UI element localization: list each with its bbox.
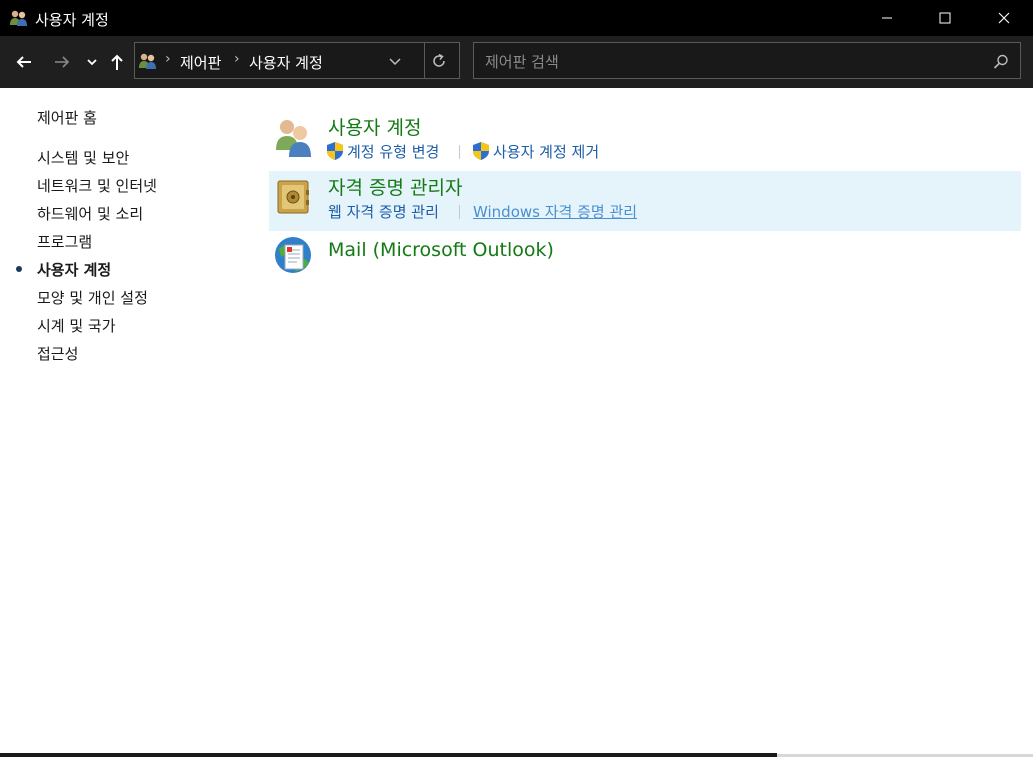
chevron-down-icon — [389, 58, 401, 66]
window-title: 사용자 계정 — [35, 11, 109, 29]
credential-manager-icon[interactable] — [273, 176, 313, 216]
category-title[interactable]: Mail (Microsoft Outlook) — [328, 239, 554, 261]
manage-windows-credentials-link[interactable]: Windows 자격 증명 관리 — [473, 201, 637, 222]
sidebar-item-network-internet[interactable]: 네트워크 및 인터넷 — [37, 175, 157, 196]
uac-shield-icon — [472, 141, 490, 161]
refresh-button[interactable] — [429, 51, 451, 71]
sidebar-item-clock-region[interactable]: 시계 및 국가 — [37, 315, 116, 336]
chevron-down-icon — [87, 59, 97, 66]
users-icon — [138, 52, 158, 70]
maximize-button[interactable] — [916, 0, 974, 36]
breadcrumb-separator: › — [234, 51, 240, 67]
address-bar[interactable]: › 제어판 › 사용자 계정 — [134, 42, 460, 79]
sidebar-item-user-accounts[interactable]: 사용자 계정 — [37, 259, 111, 280]
breadcrumb-separator: › — [165, 51, 171, 67]
back-button[interactable] — [12, 49, 36, 75]
category-title[interactable]: 자격 증명 관리자 — [328, 173, 462, 200]
bottom-border — [0, 753, 777, 757]
active-item-bullet — [16, 266, 22, 272]
mail-icon[interactable] — [273, 235, 313, 275]
category-credential-manager: 자격 증명 관리자 웹 자격 증명 관리 Windows 자격 증명 관리 — [269, 171, 1021, 231]
users-icon — [9, 9, 29, 27]
category-mail: Mail (Microsoft Outlook) — [269, 236, 1021, 296]
refresh-icon — [433, 53, 445, 67]
remove-user-account-link[interactable]: 사용자 계정 제거 — [493, 141, 599, 162]
category-user-accounts: 사용자 계정 계정 유형 변경 사용자 계정 제거 — [269, 112, 1021, 172]
task-separator — [459, 205, 460, 219]
close-icon — [998, 12, 1010, 24]
breadcrumb-control-panel[interactable]: 제어판 — [180, 52, 221, 73]
recent-locations-button[interactable] — [84, 49, 100, 75]
uac-shield-icon — [326, 141, 344, 161]
sidebar-item-appearance[interactable]: 모양 및 개인 설정 — [37, 287, 148, 308]
close-button[interactable] — [975, 0, 1033, 36]
sidebar-item-control-panel-home[interactable]: 제어판 홈 — [37, 107, 97, 128]
search-icon[interactable] — [992, 53, 1010, 71]
sidebar-item-system-security[interactable]: 시스템 및 보안 — [37, 147, 129, 168]
address-dropdown-button[interactable] — [387, 53, 405, 69]
change-account-type-link[interactable]: 계정 유형 변경 — [347, 141, 439, 162]
sidebar-item-hardware-sound[interactable]: 하드웨어 및 소리 — [37, 203, 143, 224]
minimize-icon — [882, 17, 892, 19]
search-input[interactable] — [483, 49, 987, 75]
up-button[interactable] — [106, 49, 128, 75]
up-arrow-icon — [111, 54, 123, 70]
sidebar-item-programs[interactable]: 프로그램 — [37, 231, 92, 252]
category-title[interactable]: 사용자 계정 — [328, 113, 421, 140]
forward-button[interactable] — [50, 49, 74, 75]
breadcrumb-user-accounts[interactable]: 사용자 계정 — [249, 52, 323, 73]
task-separator — [459, 145, 460, 159]
maximize-icon — [939, 12, 951, 24]
address-divider — [424, 43, 425, 78]
sidebar-item-ease-of-access[interactable]: 접근성 — [37, 343, 78, 364]
title-bar: 사용자 계정 — [0, 0, 1033, 36]
manage-web-credentials-link[interactable]: 웹 자격 증명 관리 — [328, 201, 439, 222]
back-arrow-icon — [16, 56, 31, 68]
forward-arrow-icon — [55, 56, 70, 68]
minimize-button[interactable] — [858, 0, 916, 36]
user-accounts-icon[interactable] — [273, 117, 313, 157]
search-box — [473, 42, 1021, 79]
